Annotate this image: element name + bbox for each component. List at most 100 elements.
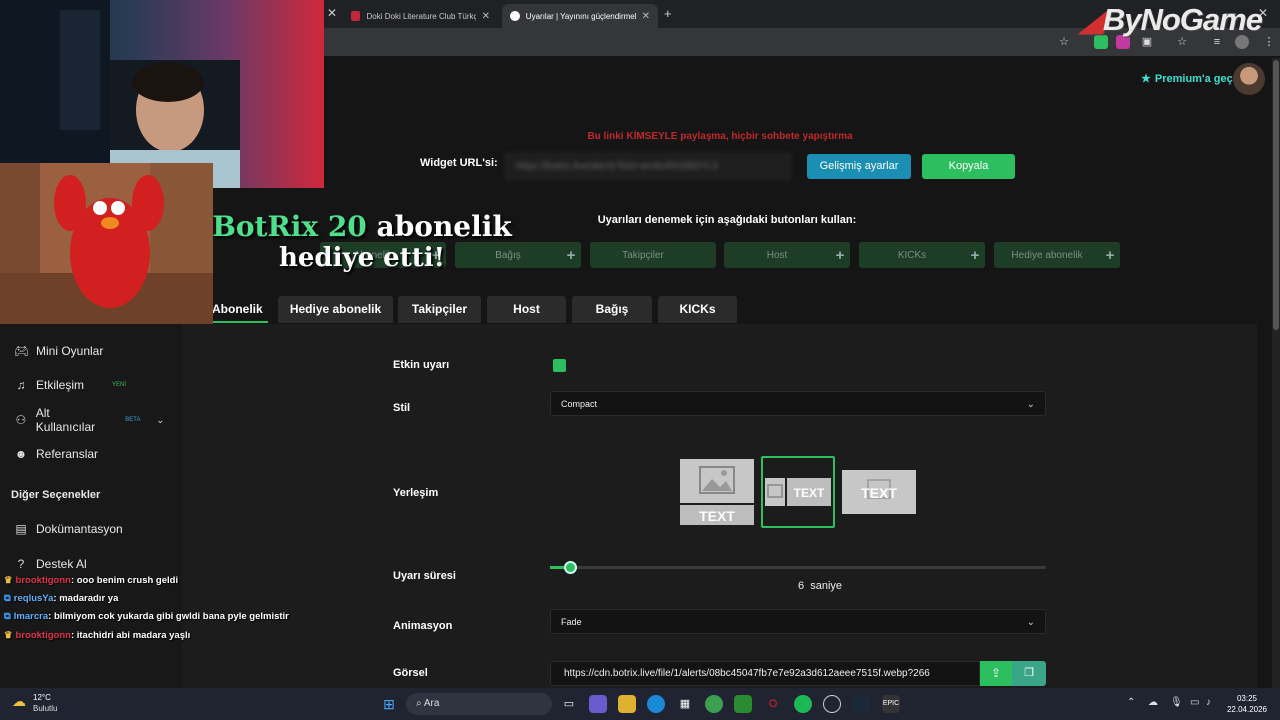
weather-icon[interactable]: ☁ bbox=[12, 693, 26, 710]
task-view-icon[interactable]: ▭ bbox=[560, 695, 578, 713]
copy-button[interactable]: Kopyala bbox=[922, 154, 1015, 179]
chevron-down-icon[interactable]: ⌄ bbox=[156, 415, 164, 426]
taskbar-search[interactable]: ⌕ Ara bbox=[406, 693, 552, 715]
sidebar-item-referanslar[interactable]: ☻ Referanslar bbox=[14, 444, 98, 464]
image-label: Görsel bbox=[393, 667, 428, 679]
sidebar-item-label: Destek Al bbox=[36, 557, 87, 571]
windows-taskbar bbox=[0, 688, 1280, 720]
layout-option-image-left[interactable]: TEXT bbox=[761, 456, 835, 528]
volume-icon[interactable]: ♪ bbox=[1206, 697, 1211, 708]
plus-icon: + bbox=[1105, 246, 1115, 264]
edge-icon[interactable] bbox=[647, 695, 665, 713]
chat-text: : itachidri abi madara yaşlı bbox=[70, 630, 191, 641]
tab-bagis[interactable]: Bağış bbox=[572, 296, 652, 323]
tab-abonelik[interactable]: Abonelik bbox=[212, 296, 268, 323]
taskbar-clock[interactable]: 03:25 22.04.2026 bbox=[1222, 693, 1272, 715]
spotify-icon[interactable] bbox=[794, 695, 812, 713]
epic-games-icon[interactable]: EPIC bbox=[882, 695, 900, 713]
test-gift-sub-button[interactable]: Hediye abonelik + bbox=[994, 242, 1120, 268]
tab-hediye-abonelik[interactable]: Hediye abonelik bbox=[278, 296, 393, 323]
sidebar-item-label: Alt Kullanıcılar bbox=[35, 406, 96, 434]
chevron-up-icon[interactable]: ⌃ bbox=[1127, 697, 1135, 708]
test-followers-button[interactable]: Takipçiler bbox=[590, 242, 716, 268]
tab-title: Uyarılar | Yayınını güçlendirmek bbox=[525, 11, 636, 21]
weather-temperature[interactable]: 12°C bbox=[33, 693, 51, 702]
star-icon: ★ bbox=[1141, 73, 1151, 85]
tab-close-icon[interactable]: ✕ bbox=[327, 6, 337, 20]
other-options-heading: Diğer Seçenekler bbox=[11, 489, 101, 501]
duration-slider-handle[interactable] bbox=[564, 561, 577, 574]
close-icon[interactable]: ✕ bbox=[482, 11, 490, 22]
layout-preview-icon: TEXT bbox=[765, 478, 831, 506]
alert-line-1: BotRix 20 abonelik bbox=[212, 210, 512, 243]
sidebar-item-mini-oyunlar[interactable]: 🎮︎ Mini Oyunlar bbox=[14, 341, 103, 361]
image-url-field[interactable]: https://cdn.botrix.live/file/1/alerts/08… bbox=[550, 661, 980, 686]
browser-tab-doki-doki[interactable]: Doki Doki Literature Club Türkç ✕ bbox=[343, 4, 498, 28]
widget-url-label: Widget URL'si: bbox=[420, 157, 498, 169]
tab-takipciler[interactable]: Takipçiler bbox=[398, 296, 481, 323]
opera-icon[interactable]: O bbox=[764, 695, 782, 713]
browser-tab-uyarilar[interactable]: Uyarılar | Yayınını güçlendirmek ✕ bbox=[502, 4, 658, 28]
avatar[interactable] bbox=[1233, 63, 1265, 95]
plus-icon: + bbox=[835, 246, 845, 264]
tab-host[interactable]: Host bbox=[487, 296, 566, 323]
search-icon: ⌕ bbox=[416, 698, 424, 709]
nvidia-icon[interactable] bbox=[734, 695, 752, 713]
docs-icon: ▤ bbox=[15, 522, 27, 536]
windows-start-icon[interactable]: ⊞ bbox=[380, 695, 398, 713]
clock-time: 03:25 bbox=[1236, 694, 1258, 703]
copilot-icon[interactable] bbox=[589, 695, 607, 713]
tab-kicks[interactable]: KICKs bbox=[658, 296, 737, 323]
tab-title: Doki Doki Literature Club Türkç bbox=[366, 11, 476, 21]
obs-icon[interactable] bbox=[823, 695, 841, 713]
style-label: Stil bbox=[393, 402, 411, 414]
test-host-button[interactable]: Host + bbox=[724, 242, 850, 268]
weather-description[interactable]: Bulutlu bbox=[33, 704, 57, 713]
flame-icon: ◢ bbox=[1080, 2, 1104, 37]
widget-url-field[interactable]: https://botrix.live/alerts?bid=wmbvRH2BD… bbox=[505, 153, 791, 180]
store-icon[interactable]: ▦ bbox=[676, 695, 694, 713]
onedrive-icon[interactable]: ☁ bbox=[1148, 697, 1158, 708]
webcam-overlay bbox=[0, 0, 324, 188]
enabled-checkbox[interactable] bbox=[553, 359, 566, 372]
style-select[interactable]: Compact ⌄ bbox=[550, 391, 1046, 416]
layout-preview-icon: TEXT bbox=[842, 470, 916, 514]
steam-icon[interactable] bbox=[852, 695, 870, 713]
new-tab-button[interactable]: + bbox=[664, 6, 672, 21]
upload-button[interactable]: ⇪ bbox=[980, 661, 1012, 686]
scrollbar-thumb[interactable] bbox=[1273, 60, 1279, 330]
chrome-icon[interactable] bbox=[705, 695, 723, 713]
sidebar-item-label: Mini Oyunlar bbox=[36, 344, 104, 358]
layout-option-image-top[interactable]: TEXT bbox=[680, 456, 754, 528]
microphone-icon[interactable]: 🎙︎ bbox=[1170, 697, 1183, 708]
star-icon[interactable]: ☆ bbox=[1057, 35, 1071, 49]
sidebar-item-etkilesim[interactable]: ♫ Etkileşim YENİ bbox=[14, 375, 127, 395]
duration-slider-track[interactable] bbox=[550, 566, 1046, 569]
animation-select[interactable]: Fade ⌄ bbox=[550, 609, 1046, 634]
duration-label: Uyarı süresi bbox=[393, 570, 456, 582]
url-warning: Bu linki KİMSEYLE paylaşma, hiçbir sohbe… bbox=[587, 131, 853, 142]
elmo-picture bbox=[0, 163, 213, 324]
badge-icon: ⧉ bbox=[4, 593, 11, 604]
chat-username: brooktigonn bbox=[15, 630, 71, 641]
file-explorer-icon[interactable] bbox=[618, 695, 636, 713]
sidebar-item-dokumantasyon[interactable]: ▤ Dokümantasyon bbox=[14, 519, 122, 539]
advanced-settings-button[interactable]: Gelişmiş ayarlar bbox=[807, 154, 911, 179]
chat-text: : ooo benim crush geldi bbox=[70, 575, 179, 586]
test-kicks-button[interactable]: KICKs + bbox=[859, 242, 985, 268]
alert-line-2: hediye etti! bbox=[278, 243, 446, 273]
upload-icon: ⇪ bbox=[990, 666, 1002, 680]
close-icon[interactable]: ✕ bbox=[642, 11, 650, 22]
search-placeholder: Ara bbox=[423, 698, 440, 709]
network-icon[interactable]: ▭ bbox=[1190, 697, 1199, 708]
chat-message: ⧉ lmarcra: bilmiyom cok yukarda gibi gwld… bbox=[4, 611, 289, 622]
chat-message: ♛ brooktigonn: ooo benim crush geldi bbox=[4, 575, 178, 586]
new-badge: YENİ bbox=[112, 382, 127, 388]
layout-option-overlay[interactable]: TEXT bbox=[842, 456, 916, 528]
menu-kebab-icon[interactable]: ⋮ bbox=[1262, 35, 1276, 49]
alert-count: BotRix 20 bbox=[212, 210, 367, 243]
sidebar-item-destek-al[interactable]: ? Destek Al bbox=[14, 554, 87, 574]
gallery-button[interactable]: ❐ bbox=[1012, 661, 1046, 686]
premium-link[interactable]: ★ Premium'a geç bbox=[1141, 72, 1233, 86]
sidebar-item-alt-kullanicilar[interactable]: ⚇ Alt Kullanıcılar BETA ⌄ bbox=[14, 406, 165, 434]
